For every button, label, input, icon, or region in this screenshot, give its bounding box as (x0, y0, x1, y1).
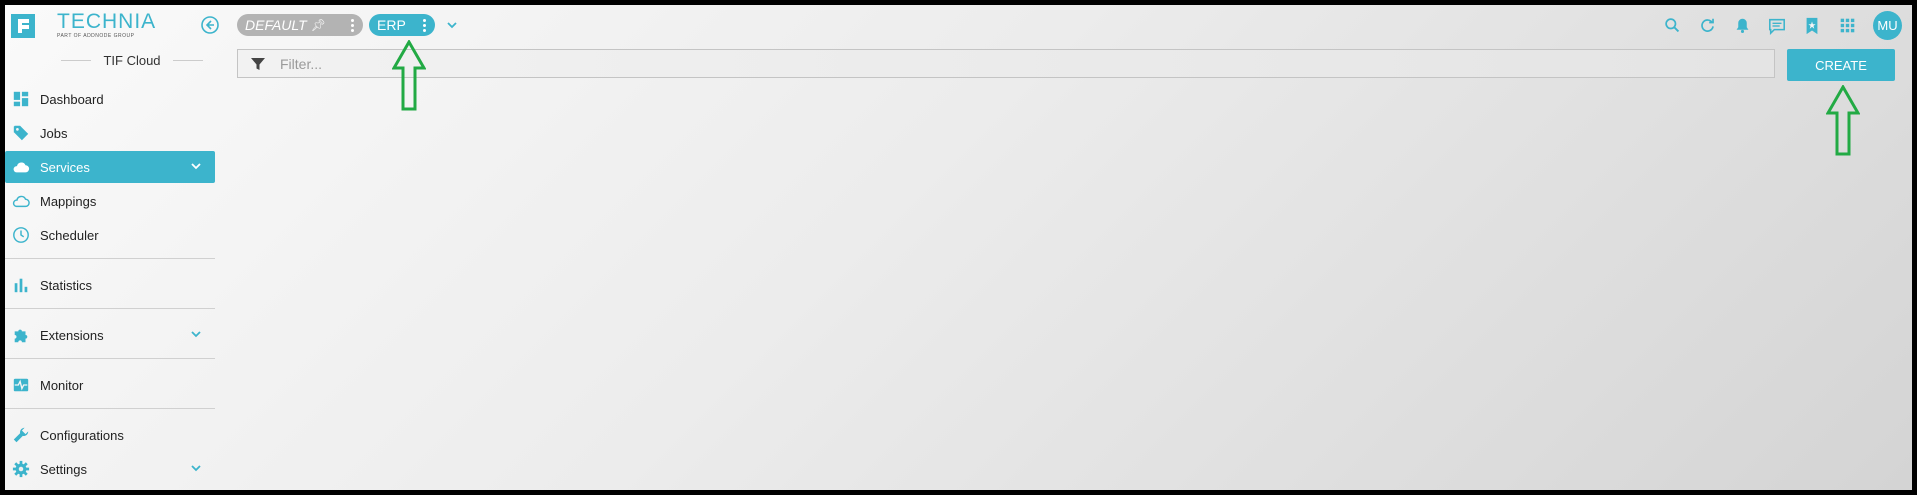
top-toolbar: MU (1647, 11, 1902, 40)
kebab-menu-icon[interactable] (423, 18, 427, 32)
avatar[interactable]: MU (1873, 11, 1902, 40)
sidebar-item-label: Scheduler (40, 227, 99, 243)
sidebar-item-label: Mappings (40, 193, 97, 209)
sidebar-item-jobs[interactable]: Jobs (5, 117, 215, 149)
context-dropdown-chevron-icon[interactable] (445, 18, 459, 32)
filter-icon (250, 56, 266, 72)
kebab-menu-icon[interactable] (351, 18, 355, 32)
sidebar-item-configurations[interactable]: Configurations (5, 419, 215, 451)
cloud-icon (11, 157, 31, 177)
monitor-icon (11, 375, 31, 395)
tag-icon (11, 123, 31, 143)
sidebar-item-label: Services (40, 159, 90, 175)
annotation-arrow-up (1826, 85, 1860, 156)
chevron-down-icon[interactable] (189, 327, 203, 341)
chevron-down-icon[interactable] (189, 461, 203, 475)
sidebar-item-label: Statistics (40, 277, 93, 293)
context-tag-default[interactable]: DEFAULT 📌︎ (237, 14, 363, 36)
sidebar-item-monitor[interactable]: Monitor (5, 369, 215, 401)
sidebar-item-settings[interactable]: Settings (5, 453, 215, 485)
brand-tagline: PART OF ADDNODE GROUP (57, 33, 135, 39)
sidebar: TECHNIA PART OF ADDNODE GROUP TIF Cloud … (5, 5, 219, 490)
chevron-down-icon[interactable] (189, 159, 203, 173)
clock-icon (11, 225, 31, 245)
bell-icon[interactable] (1732, 16, 1752, 36)
logo-mark-icon (11, 13, 35, 38)
chat-icon[interactable] (1767, 16, 1787, 36)
puzzle-icon (11, 325, 31, 345)
bar-chart-icon (11, 275, 31, 295)
sidebar-item-extensions[interactable]: Extensions (5, 319, 215, 351)
collapse-sidebar-icon[interactable] (200, 15, 220, 35)
gear-icon (11, 459, 31, 479)
sidebar-divider (5, 308, 215, 309)
app-window: TECHNIA PART OF ADDNODE GROUP TIF Cloud … (5, 5, 1912, 490)
sidebar-item-statistics[interactable]: Statistics (5, 269, 215, 301)
sidebar-divider (5, 408, 215, 409)
sidebar-item-label: Jobs (40, 125, 68, 141)
search-icon[interactable] (1662, 16, 1682, 36)
filter-input[interactable] (280, 55, 1680, 72)
technia-logo[interactable]: TECHNIA PART OF ADDNODE GROUP (11, 10, 157, 39)
wrench-icon (11, 425, 31, 445)
bookmark-star-icon[interactable] (1802, 16, 1822, 36)
sidebar-item-label: Dashboard (40, 91, 104, 107)
context-tag-erp[interactable]: ERP (369, 14, 435, 36)
sidebar-item-scheduler[interactable]: Scheduler (5, 219, 215, 251)
sidebar-item-services[interactable]: Services (5, 151, 215, 183)
annotation-arrow-up (392, 40, 426, 111)
sidebar-divider (5, 258, 215, 259)
sidebar-item-label: Settings (40, 461, 87, 477)
sidebar-item-label: Extensions (40, 327, 104, 343)
create-button[interactable]: CREATE (1787, 49, 1895, 81)
sidebar-item-dashboard[interactable]: Dashboard (5, 83, 215, 115)
sidebar-item-mappings[interactable]: Mappings (5, 185, 215, 217)
sidebar-section-title: TIF Cloud (5, 53, 215, 68)
cloud-outline-icon (11, 191, 31, 211)
sidebar-divider (5, 358, 215, 359)
pin-icon[interactable]: 📌︎ (311, 18, 326, 32)
sidebar-item-label: Configurations (40, 427, 124, 443)
brand-name: TECHNIA (57, 10, 157, 33)
apps-grid-icon[interactable] (1837, 16, 1857, 36)
dashboard-icon (11, 89, 31, 109)
filter-bar[interactable] (237, 49, 1775, 78)
refresh-icon[interactable] (1697, 16, 1717, 36)
sidebar-item-label: Monitor (40, 377, 84, 393)
